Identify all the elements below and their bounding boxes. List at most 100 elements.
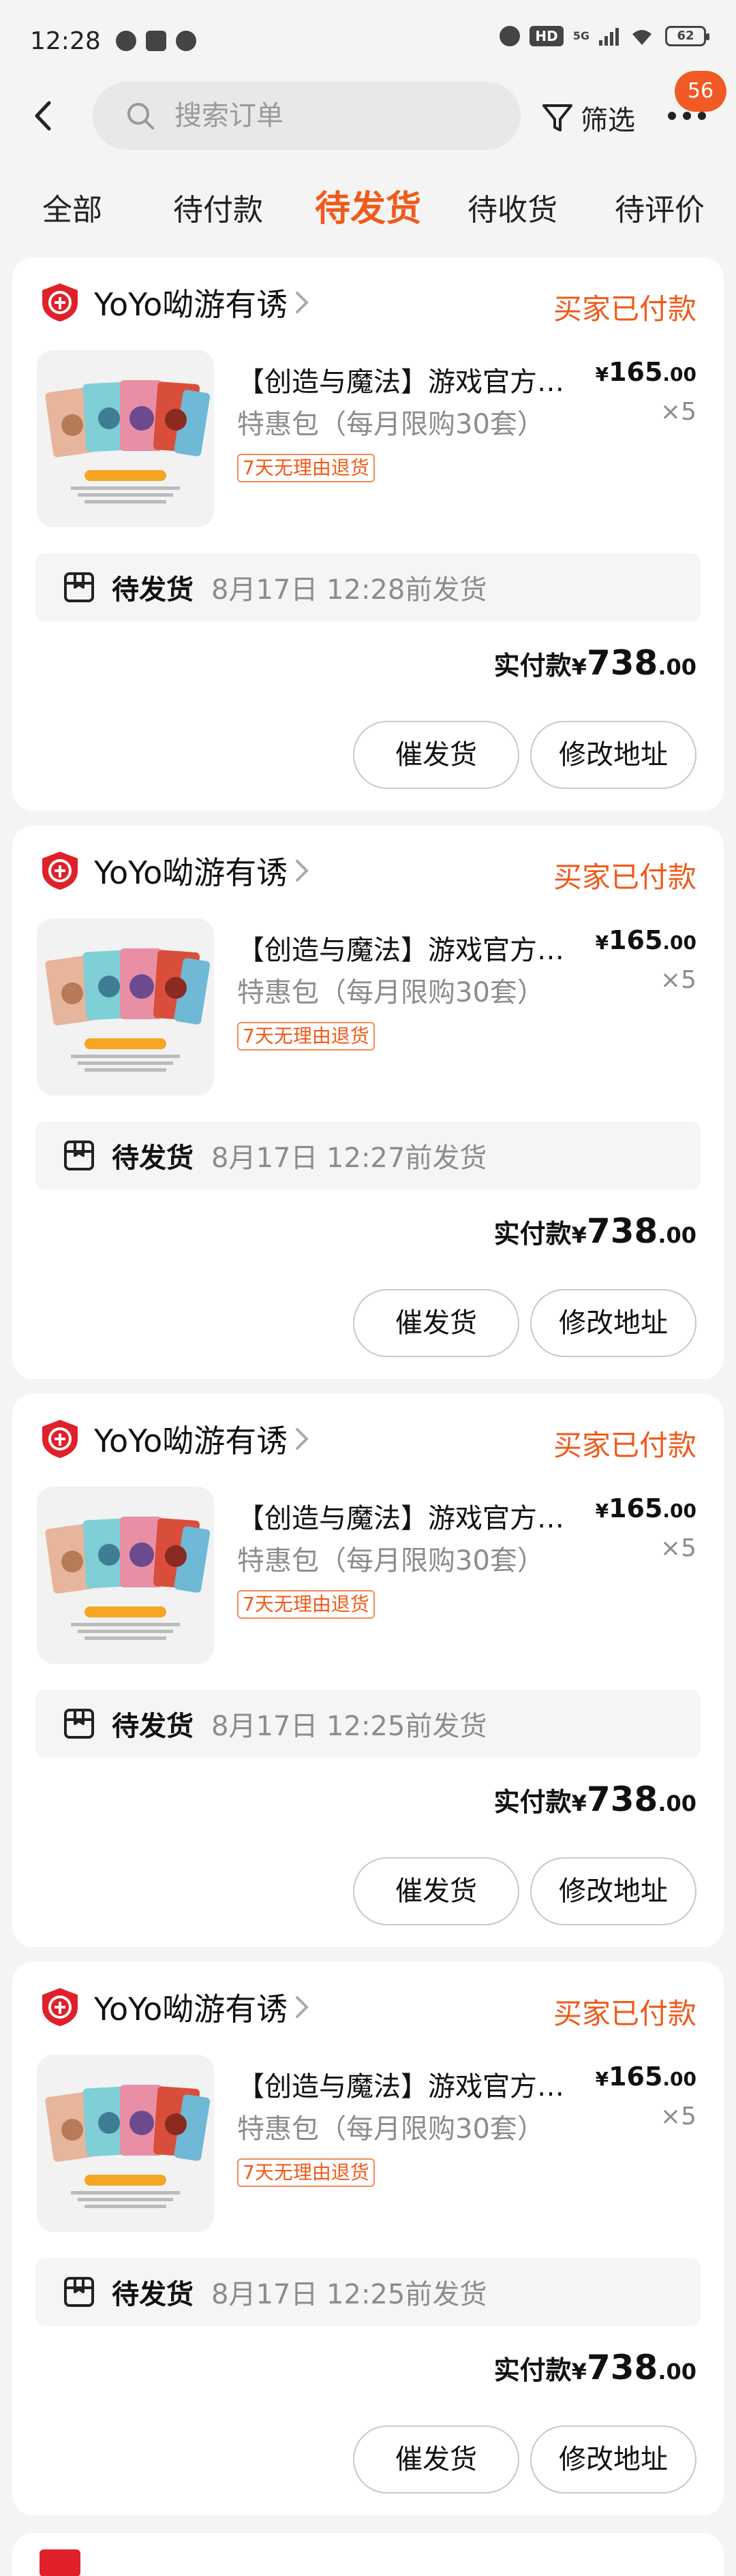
paid-amount: 实付款 ¥ 738 .00: [494, 643, 696, 683]
alarm-icon: [500, 26, 521, 46]
chevron-right-icon: [296, 860, 309, 882]
back-icon: [35, 101, 51, 131]
unit-price-dec: .00: [662, 2068, 696, 2090]
unit-price-int: 165: [609, 2062, 663, 2092]
change-address-button[interactable]: 修改地址: [530, 2425, 696, 2494]
product-title[interactable]: 【创造与魔法】游戏官方桌游卡牌: [237, 1496, 585, 1536]
shop-badge-icon: [40, 2549, 80, 2576]
shop-link[interactable]: YoYo呦游有诱: [40, 1987, 309, 2028]
shipping-info-row[interactable]: 待发货 8月17日 12:28前发货: [35, 553, 701, 621]
package-box-icon: [64, 1709, 94, 1739]
quantity: ×5: [660, 2102, 696, 2130]
order-status: 买家已付款: [553, 292, 696, 326]
search-icon: [127, 103, 154, 129]
chevron-right-icon: [296, 292, 309, 313]
return-policy-badge: 7天无理由退货: [237, 454, 375, 482]
order-card[interactable]: YoYo呦游有诱 买家已付款 【创造与魔法】游戏官方桌 特惠包（每月限购30套）…: [12, 1394, 724, 1947]
shop-badge-icon: [42, 852, 78, 890]
shop-badge-icon: [42, 1420, 78, 1458]
unit-price-int: 165: [609, 1493, 663, 1523]
change-address-button[interactable]: 修改地址: [530, 1857, 696, 1925]
shop-badge-icon: [42, 283, 78, 322]
order-card[interactable]: YoYo呦游有诱 买家已付款 【创造与魔法】游戏官方桌 特惠包（每月限购30套）…: [12, 826, 724, 1379]
ship-status-label: 待发货: [112, 1143, 194, 1174]
unit-price-dec: .00: [662, 363, 696, 386]
product-title[interactable]: 【创造与魔法】游戏官方桌游卡牌: [237, 2064, 585, 2104]
hd-icon: HD: [530, 26, 564, 46]
paid-currency: ¥: [571, 654, 587, 680]
urge-shipment-button[interactable]: 催发货: [353, 721, 519, 789]
card-pack-image: [37, 918, 214, 1096]
battery-icon: 62: [665, 26, 709, 46]
card-pack-image: [37, 350, 214, 527]
paid-label: 实付款: [493, 1219, 572, 1249]
paid-label: 实付款: [493, 1787, 572, 1817]
chevron-right-icon: [296, 1428, 309, 1450]
product-thumbnail[interactable]: [37, 918, 214, 1096]
product-thumbnail[interactable]: [37, 2055, 214, 2232]
paid-amount: 实付款 ¥ 738 .00: [494, 1211, 696, 1251]
shop-badge-icon: [42, 1988, 78, 2026]
quantity: ×5: [660, 398, 696, 426]
return-policy-badge: 7天无理由退货: [237, 1590, 375, 1619]
change-address-button[interactable]: 修改地址: [530, 1289, 696, 1357]
ship-deadline: 8月17日 12:25前发货: [211, 2279, 487, 2310]
shop-link[interactable]: YoYo呦游有诱: [40, 1418, 309, 1459]
filter-icon: [542, 104, 572, 131]
wechat-icon: [175, 31, 196, 51]
order-tabs: 全部 待付款 待发货 待收货 待评价: [0, 170, 736, 238]
order-status: 买家已付款: [553, 1429, 696, 1462]
return-policy-badge: 7天无理由退货: [237, 1022, 375, 1051]
unit-price-currency: ¥: [595, 2068, 609, 2090]
app-notification-icon: [145, 31, 166, 51]
change-address-button[interactable]: 修改地址: [530, 721, 696, 789]
unit-price-currency: ¥: [595, 363, 609, 386]
signal-icon: [599, 27, 619, 46]
urge-shipment-button[interactable]: 催发货: [353, 1857, 519, 1925]
shop-link[interactable]: YoYo呦游有诱: [40, 282, 309, 323]
filter-button[interactable]: 筛选: [541, 98, 635, 138]
product-title[interactable]: 【创造与魔法】游戏官方桌游卡牌: [237, 360, 585, 399]
ship-status-label: 待发货: [112, 2279, 194, 2310]
unit-price-currency: ¥: [595, 1500, 609, 1522]
product-spec: 特惠包（每月限购30套）: [237, 2113, 545, 2145]
tab-pending-payment[interactable]: 待付款: [173, 185, 263, 229]
product-thumbnail[interactable]: [37, 350, 214, 527]
back-button[interactable]: [33, 101, 63, 131]
return-policy-badge: 7天无理由退货: [237, 2158, 375, 2187]
shop-link[interactable]: YoYo呦游有诱: [40, 850, 309, 891]
paid-dec: .00: [658, 654, 696, 680]
order-card-partial[interactable]: [12, 2533, 724, 2576]
package-box-icon: [64, 572, 94, 602]
paid-dec: .00: [658, 2359, 696, 2385]
unit-price-currency: ¥: [595, 931, 609, 954]
urge-shipment-button[interactable]: 催发货: [353, 2425, 519, 2494]
product-thumbnail[interactable]: [37, 1487, 214, 1664]
tab-pending-review[interactable]: 待评价: [615, 185, 705, 229]
unit-price: ¥165.00: [596, 1493, 696, 1523]
filter-label: 筛选: [581, 105, 635, 136]
package-box-icon: [64, 1140, 94, 1170]
product-title[interactable]: 【创造与魔法】游戏官方桌游卡牌: [237, 928, 585, 967]
shop-name: YoYo呦游有诱: [94, 286, 288, 323]
product-spec: 特惠包（每月限购30套）: [237, 977, 545, 1008]
order-card[interactable]: YoYo呦游有诱 买家已付款 【创造与魔法】游戏官方桌 特惠包（每月限购30套）…: [12, 1962, 724, 2515]
shipping-info-row[interactable]: 待发货 8月17日 12:27前发货: [35, 1121, 701, 1190]
order-status: 买家已付款: [553, 1997, 696, 2030]
product-spec: 特惠包（每月限购30套）: [237, 1545, 545, 1577]
shipping-info-row[interactable]: 待发货 8月17日 12:25前发货: [35, 2258, 701, 2326]
urge-shipment-button[interactable]: 催发货: [353, 1289, 519, 1357]
unit-price-dec: .00: [662, 1500, 696, 1522]
order-card[interactable]: YoYo呦游有诱 买家已付款 【创造与魔法】游戏官方桌 特惠包（每月限购30套）…: [12, 258, 724, 811]
paid-currency: ¥: [571, 1222, 587, 1248]
chat-bubble-icon: [115, 31, 136, 51]
tab-all[interactable]: 全部: [42, 185, 102, 229]
tab-pending-receipt[interactable]: 待收货: [467, 185, 557, 229]
ship-deadline: 8月17日 12:25前发货: [211, 1711, 487, 1742]
shipping-info-row[interactable]: 待发货 8月17日 12:25前发货: [35, 1690, 701, 1758]
search-input[interactable]: [174, 100, 502, 131]
quantity: ×5: [660, 1534, 696, 1562]
tab-pending-shipment[interactable]: 待发货: [315, 180, 421, 231]
search-box[interactable]: [93, 82, 521, 150]
product-spec: 特惠包（每月限购30套）: [237, 409, 545, 440]
